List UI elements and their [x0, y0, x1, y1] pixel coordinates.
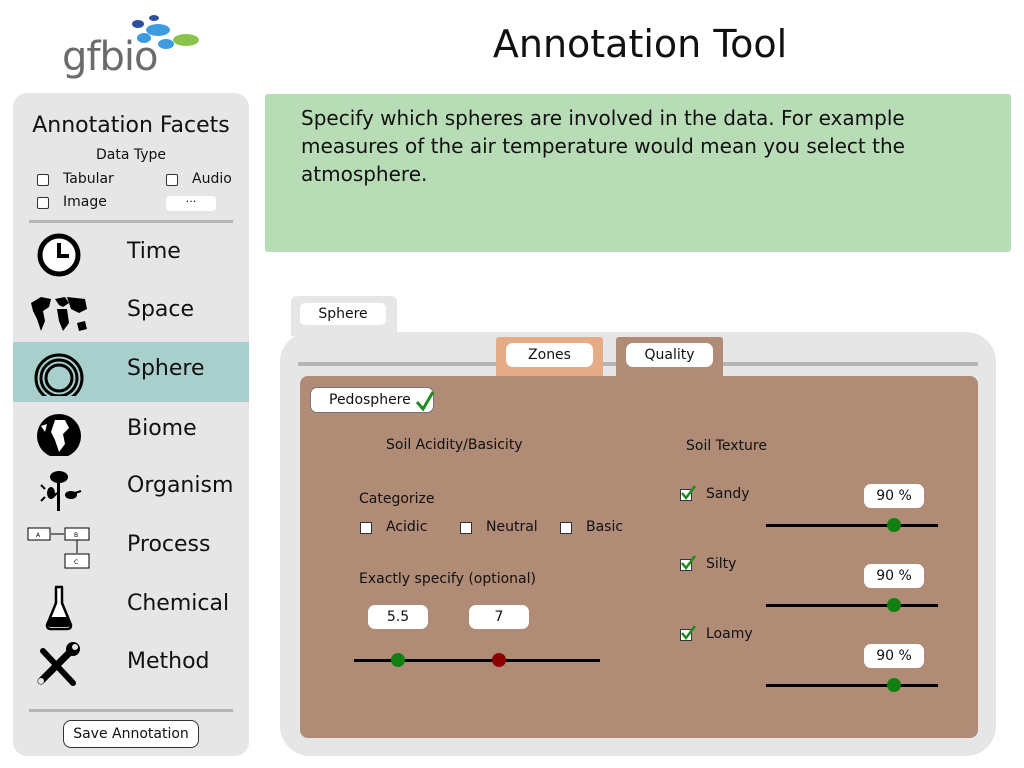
- sandy-check-icon: [681, 485, 696, 501]
- facet-space-label: Space: [127, 297, 195, 322]
- max-value-input[interactable]: 7: [469, 605, 529, 629]
- loamy-label: Loamy: [706, 626, 753, 642]
- facet-organism-label: Organism: [127, 473, 234, 498]
- facet-organism[interactable]: Organism: [13, 459, 249, 519]
- clock-icon: [29, 231, 89, 279]
- tab-zones-label: Zones: [506, 343, 593, 367]
- tools-icon: [29, 641, 89, 689]
- basic-checkbox[interactable]: [560, 522, 572, 534]
- more-data-types-button[interactable]: ···: [166, 196, 216, 211]
- loamy-value[interactable]: 90 %: [864, 644, 924, 668]
- facet-time-label: Time: [127, 239, 181, 264]
- image-label: Image: [63, 194, 107, 210]
- facet-biome[interactable]: Biome: [13, 402, 249, 462]
- tab-quality-label: Quality: [626, 343, 713, 367]
- svg-text:C: C: [74, 559, 78, 566]
- gfbio-logo: gfbio: [58, 8, 208, 83]
- neutral-checkbox[interactable]: [460, 522, 472, 534]
- tab-sphere-label: Sphere: [300, 303, 386, 325]
- audio-checkbox[interactable]: [166, 174, 178, 186]
- silty-value[interactable]: 90 %: [864, 564, 924, 588]
- basic-label: Basic: [586, 519, 624, 535]
- logo-text: gfbio: [62, 34, 158, 80]
- loamy-slider-handle[interactable]: [887, 678, 901, 692]
- facet-method[interactable]: Method: [13, 635, 249, 695]
- acidic-checkbox[interactable]: [360, 522, 372, 534]
- sidebar-divider: [29, 220, 233, 223]
- facet-method-label: Method: [127, 649, 210, 674]
- flask-icon: [29, 583, 89, 631]
- facet-biome-label: Biome: [127, 416, 197, 441]
- image-checkbox[interactable]: [37, 197, 49, 209]
- facet-chemical-label: Chemical: [127, 591, 230, 616]
- exact-specify-label: Exactly specify (optional): [359, 571, 536, 587]
- audio-label: Audio: [192, 171, 232, 187]
- facet-process-label: Process: [127, 532, 211, 557]
- organism-icon: [29, 465, 89, 513]
- sphere-rings-icon: [29, 348, 89, 403]
- tabular-label: Tabular: [63, 171, 114, 187]
- save-annotation-button[interactable]: Save Annotation: [63, 720, 199, 748]
- quality-content: Pedosphere Soil Acidity/Basicity Categor…: [300, 376, 978, 738]
- silty-slider-track: [766, 604, 938, 607]
- range-min-handle[interactable]: [391, 653, 405, 667]
- facets-title: Annotation Facets: [32, 113, 230, 138]
- facet-sphere[interactable]: Sphere: [13, 342, 249, 403]
- pedosphere-label: Pedosphere: [329, 392, 411, 408]
- acidic-label: Acidic: [386, 519, 428, 535]
- tabular-checkbox[interactable]: [37, 174, 49, 186]
- silty-label: Silty: [706, 556, 737, 572]
- globe-icon: [29, 408, 89, 458]
- categorize-label: Categorize: [359, 491, 435, 507]
- instructions-box: Specify which spheres are involved in th…: [265, 94, 1011, 252]
- facet-chemical[interactable]: Chemical: [13, 577, 249, 637]
- silty-slider-handle[interactable]: [887, 598, 901, 612]
- check-icon: [415, 391, 435, 412]
- range-max-handle[interactable]: [492, 653, 506, 667]
- min-value-input[interactable]: 5.5: [368, 605, 428, 629]
- loamy-check-icon: [681, 625, 696, 641]
- pedosphere-toggle[interactable]: Pedosphere: [310, 387, 435, 413]
- facet-space[interactable]: Space: [13, 283, 249, 343]
- facet-time[interactable]: Time: [13, 225, 249, 285]
- facet-process[interactable]: ABC Process: [13, 518, 249, 578]
- data-type-title: Data Type: [95, 147, 167, 163]
- svg-text:B: B: [74, 532, 78, 539]
- sandy-value[interactable]: 90 %: [864, 484, 924, 508]
- process-diagram-icon: ABC: [27, 524, 91, 572]
- page-title: Annotation Tool: [492, 22, 788, 66]
- sidebar-divider-bottom: [29, 709, 233, 712]
- tab-zones[interactable]: Zones: [496, 337, 603, 379]
- soil-acidity-title: Soil Acidity/Basicity: [386, 437, 523, 453]
- facets-sidebar: Annotation Facets Data Type Tabular Audi…: [13, 93, 249, 756]
- world-map-icon: [29, 289, 89, 337]
- tab-quality[interactable]: Quality: [616, 337, 723, 379]
- neutral-label: Neutral: [486, 519, 538, 535]
- loamy-slider-track: [766, 684, 938, 687]
- sandy-label: Sandy: [706, 486, 750, 502]
- sandy-slider-handle[interactable]: [887, 518, 901, 532]
- facet-sphere-label: Sphere: [127, 356, 205, 381]
- tab-sphere[interactable]: Sphere: [291, 296, 397, 336]
- soil-texture-title: Soil Texture: [686, 438, 767, 454]
- sandy-slider-track: [766, 524, 938, 527]
- instructions-text: Specify which spheres are involved in th…: [301, 106, 905, 186]
- silty-check-icon: [681, 555, 696, 571]
